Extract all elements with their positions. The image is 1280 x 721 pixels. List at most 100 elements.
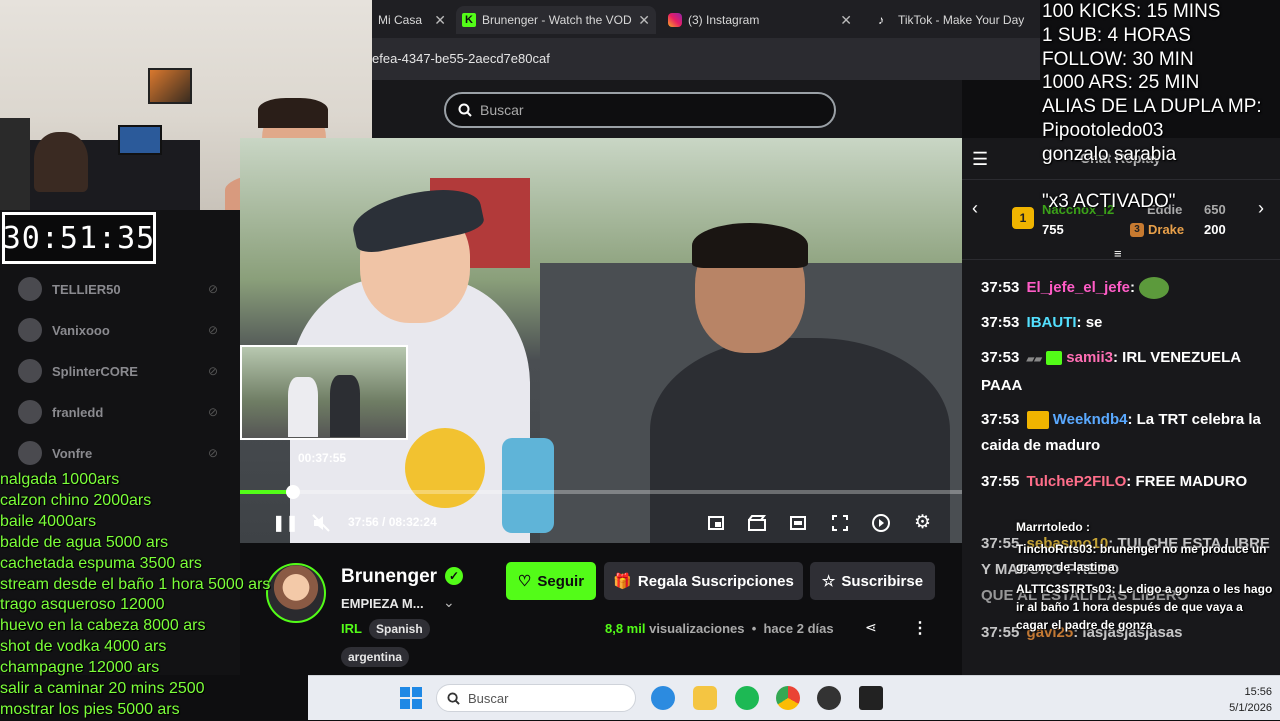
chevron-down-icon[interactable]: ⌄ xyxy=(443,594,455,611)
sidebar-channel[interactable]: SplinterCORE xyxy=(18,359,138,383)
close-tab-icon[interactable]: ✕ xyxy=(434,12,446,29)
leader-points: 200 xyxy=(1204,222,1226,237)
chat-timestamp: 37:53 xyxy=(981,279,1020,296)
epic-games-icon[interactable] xyxy=(859,686,883,710)
search-icon xyxy=(458,103,472,117)
expand-icon[interactable]: ≡ xyxy=(1114,246,1122,261)
sidebar-channel[interactable]: franledd xyxy=(18,400,103,424)
close-tab-icon[interactable]: ✕ xyxy=(638,12,650,29)
duration: 08:32:24 xyxy=(388,515,437,529)
player-controls: ❚❚ 37:56 / 08:32:24 ⚙ xyxy=(240,505,962,541)
chat-message: 37:53 Weekndb4: La TRT celebra la caida … xyxy=(981,411,1261,454)
chat-timestamp: 37:53 xyxy=(981,411,1020,428)
tab-brunenger[interactable]: K Brunenger - Watch the VOD ✕ xyxy=(456,6,656,34)
theater-mode-icon[interactable] xyxy=(790,515,806,531)
chevron-left-icon[interactable]: ‹ xyxy=(972,198,978,219)
chrome-icon[interactable] xyxy=(776,686,800,710)
channel-name: franledd xyxy=(52,404,104,420)
tab-label: TikTok - Make Your Day xyxy=(898,13,1025,27)
windows-start-icon[interactable] xyxy=(400,687,422,709)
chat-username[interactable]: samii3 xyxy=(1066,349,1113,366)
sidebar-channel[interactable]: TELLIER50 xyxy=(18,277,121,301)
sidebar-channel[interactable]: Vanixooo xyxy=(18,318,110,342)
instagram-icon xyxy=(668,13,682,27)
video-player[interactable] xyxy=(240,138,962,543)
alert-item: Marrrtoledo : xyxy=(1016,520,1091,534)
clip-icon[interactable] xyxy=(748,515,766,531)
file-explorer-icon[interactable] xyxy=(693,686,717,710)
star-icon: ☆ xyxy=(821,573,836,590)
tab-tiktok[interactable]: ♪ TikTok - Make Your Day xyxy=(872,6,1040,34)
address-bar[interactable]: efea-4347-be55-2aecd7e80caf xyxy=(372,38,1040,80)
url-text[interactable]: efea-4347-be55-2aecd7e80caf xyxy=(372,51,550,66)
uploaded-ago: hace 2 días xyxy=(763,621,834,636)
fullscreen-icon[interactable] xyxy=(832,515,848,531)
follow-button[interactable]: ♡ Seguir xyxy=(506,562,596,600)
spotify-icon[interactable] xyxy=(735,686,759,710)
crown-badge-icon xyxy=(1026,411,1049,430)
playback-speed-icon[interactable] xyxy=(871,513,891,533)
avatar xyxy=(18,359,42,383)
more-options-icon[interactable]: ⋮ xyxy=(912,618,928,638)
channel-name[interactable]: Brunenger xyxy=(341,566,437,588)
site-header: Buscar xyxy=(372,80,962,138)
chat-username[interactable]: Weekndb4 xyxy=(1053,411,1128,428)
price-item: calzon chino 2000ars xyxy=(0,491,152,509)
chat-message: 37:53 El_jefe_el_jefe: xyxy=(981,275,1271,301)
sub-badge-icon xyxy=(1046,351,1063,366)
stream-title: EMPIEZA M... xyxy=(341,596,424,611)
goal-line xyxy=(1042,167,1280,191)
search-input[interactable]: Buscar xyxy=(444,92,836,128)
progress-bar[interactable] xyxy=(240,485,962,499)
stream-timer: 30:51:35 xyxy=(2,212,156,264)
goal-line: 1 SUB: 4 HORAS xyxy=(1042,24,1191,46)
collapse-chat-icon[interactable]: ☰ xyxy=(972,149,988,170)
goal-line: "x3 ACTIVADO" xyxy=(1042,191,1176,213)
chat-message: 37:53 ▰▰ samii3: IRL VENEZUELA PAAA xyxy=(981,349,1241,394)
price-item: salir a caminar 20 mins 2500 xyxy=(0,680,205,698)
emote-icon xyxy=(1139,277,1170,300)
sidebar-channel[interactable]: Vonfre xyxy=(18,441,92,465)
avatar xyxy=(18,277,42,301)
close-tab-icon[interactable]: ✕ xyxy=(840,12,852,29)
miniplayer-icon[interactable] xyxy=(708,515,724,531)
settings-gear-icon[interactable]: ⚙ xyxy=(914,511,931,534)
goal-line: ALIAS DE LA DUPLA MP: xyxy=(1042,96,1262,118)
goal-line: 100 KICKS: 15 MINS xyxy=(1042,1,1221,22)
offline-icon: ⊘ xyxy=(208,323,219,337)
search-icon xyxy=(447,691,460,705)
goal-line: 1000 ARS: 25 MIN xyxy=(1042,72,1200,94)
windows-taskbar: Buscar 15:56 5/1/2026 xyxy=(308,675,1280,720)
share-icon[interactable]: ⋖ xyxy=(865,619,877,636)
price-item: huevo en la cabeza 8000 ars xyxy=(0,617,206,635)
chat-message: 37:53 IBAUTI: se xyxy=(981,314,1103,331)
price-item: cachetada espuma 3500 ars xyxy=(0,554,202,572)
alert-user: ALTTC3STRTs03 xyxy=(1016,582,1112,596)
chat-username[interactable]: El_jefe_el_jefe xyxy=(1027,279,1130,296)
offline-icon: ⊘ xyxy=(208,282,219,296)
edge-icon[interactable] xyxy=(651,686,675,710)
current-time: 37:56 xyxy=(348,515,379,529)
gift-label: Regala Suscripciones xyxy=(637,572,794,590)
views-count: 8,8 mil xyxy=(605,621,646,636)
tab-mi-casa[interactable]: Mi Casa ✕ xyxy=(372,6,452,34)
chat-username[interactable]: TulcheP2FILO xyxy=(1027,473,1127,490)
system-clock[interactable]: 15:56 5/1/2026 xyxy=(1208,684,1272,716)
chat-username[interactable]: IBAUTI xyxy=(1027,314,1077,331)
chat-text: se xyxy=(1085,314,1103,331)
chat-message: 37:55 TulcheP2FILO: FREE MADURO xyxy=(981,473,1248,490)
app-icon[interactable] xyxy=(817,686,841,710)
channel-info: Brunenger ✓ EMPIEZA M... ⌄ IRL Spanish a… xyxy=(240,543,962,675)
price-item: balde de agua 5000 ars xyxy=(0,533,169,551)
gift-subs-button[interactable]: 🎁 Regala Suscripciones xyxy=(604,562,803,600)
smiley-print xyxy=(405,428,485,508)
category-link[interactable]: IRL xyxy=(341,621,362,636)
taskbar-search[interactable]: Buscar xyxy=(436,684,636,712)
tag-language[interactable]: Spanish xyxy=(369,619,430,639)
avatar xyxy=(18,400,42,424)
tab-instagram[interactable]: (3) Instagram ✕ xyxy=(662,6,858,34)
alert-item: TinchoRrts03: brunenger no me produce un… xyxy=(1016,542,1267,574)
subscribe-button[interactable]: ☆ Suscribirse xyxy=(810,562,935,600)
channel-name: Vanixooo xyxy=(52,322,110,338)
tag-country[interactable]: argentina xyxy=(341,647,410,667)
